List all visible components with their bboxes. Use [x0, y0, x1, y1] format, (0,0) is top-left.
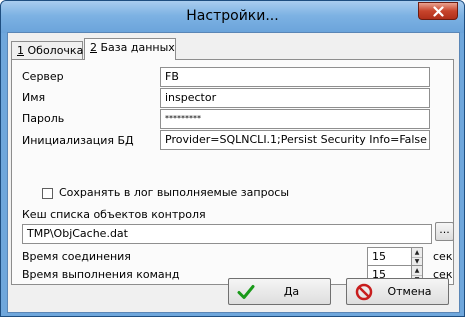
- db-init-input[interactable]: Provider=SQLNCLI.1;Persist Security Info…: [160, 130, 430, 150]
- log-queries-label: Сохранять в лог выполняемые запросы: [59, 186, 290, 199]
- ok-button[interactable]: Да: [228, 278, 331, 305]
- server-input[interactable]: FB: [160, 67, 430, 87]
- name-label: Имя: [22, 91, 46, 104]
- db-init-label: Инициализация БД: [22, 134, 134, 147]
- window-title: Настройки...: [186, 8, 279, 24]
- browse-button[interactable]: ...: [435, 222, 454, 241]
- close-icon: [432, 5, 444, 17]
- tab-database[interactable]: 2 База данных: [84, 38, 176, 60]
- dialog-client-area: 1 Оболочка 2 База данных Сервер FB Имя i…: [7, 32, 460, 313]
- connect-time-unit: сек: [433, 250, 453, 263]
- title-bar[interactable]: Настройки...: [1, 1, 464, 33]
- password-input[interactable]: *********: [160, 109, 430, 129]
- name-input[interactable]: inspector: [160, 88, 430, 108]
- cache-path-input[interactable]: TMP\ObjCache.dat: [22, 224, 432, 244]
- server-label: Сервер: [22, 70, 64, 83]
- no-entry-icon: [355, 283, 373, 301]
- database-tab-panel: Сервер FB Имя inspector Пароль *********…: [11, 59, 454, 285]
- connect-time-spin-buttons: ▲ ▼: [412, 247, 423, 266]
- settings-dialog: Настройки... 1 Оболочка 2 База данных Се…: [0, 0, 465, 317]
- tab-database-label: База данных: [97, 41, 175, 54]
- tab-database-mnemonic: 2: [90, 41, 97, 54]
- cache-label: Кеш списка объектов контроля: [22, 208, 206, 221]
- cancel-button-label: Отмена: [387, 285, 432, 298]
- tab-shell-mnemonic: 1: [17, 44, 24, 57]
- checkmark-icon: [237, 285, 255, 299]
- password-label: Пароль: [22, 112, 65, 125]
- command-time-label: Время выполнения команд: [22, 268, 180, 281]
- connect-time-spinner: 15 ▲ ▼: [367, 247, 423, 266]
- cancel-button[interactable]: Отмена: [346, 278, 449, 305]
- tab-shell-label: Оболочка: [24, 44, 84, 57]
- log-queries-checkbox[interactable]: [42, 188, 53, 199]
- connect-time-input[interactable]: 15: [367, 247, 412, 266]
- ok-button-label: Да: [283, 285, 300, 298]
- tab-shell[interactable]: 1 Оболочка: [11, 41, 83, 60]
- close-button[interactable]: [418, 2, 458, 20]
- connect-time-label: Время соединения: [22, 250, 131, 263]
